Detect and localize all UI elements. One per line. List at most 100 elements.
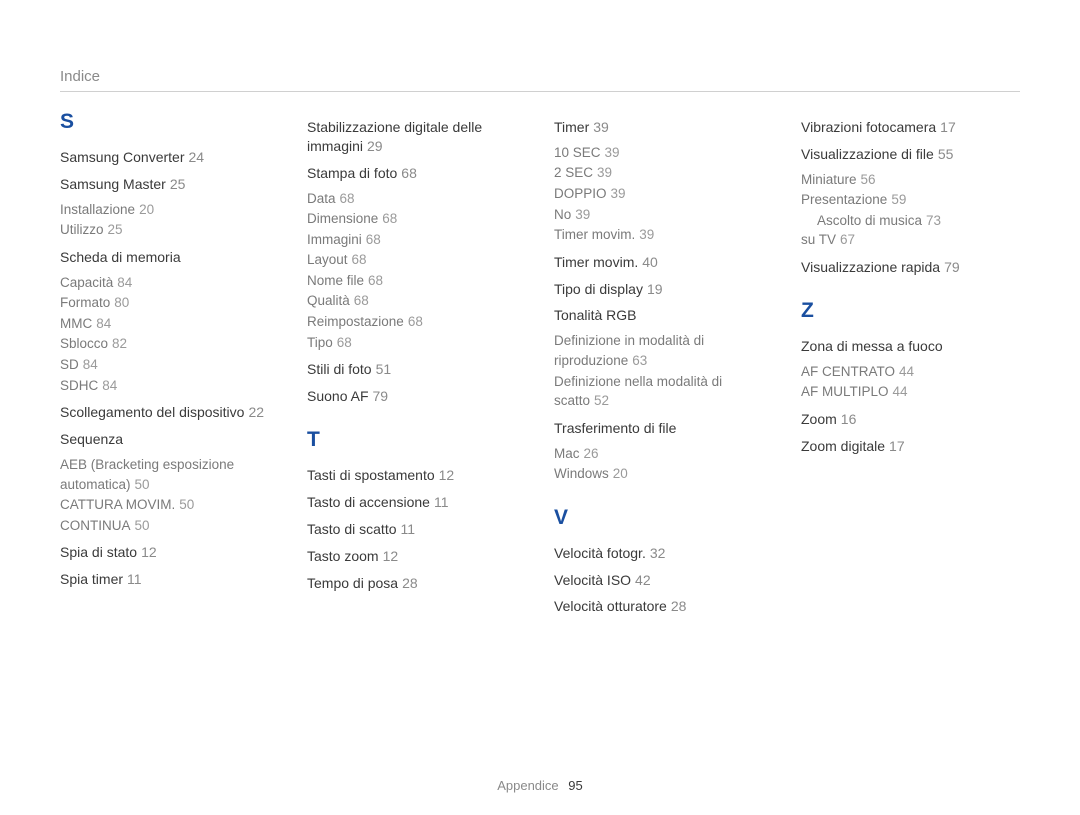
- index-subentry[interactable]: Timer movim.39: [554, 225, 773, 245]
- index-entry[interactable]: Tasto di scatto11: [307, 520, 526, 539]
- index-entry[interactable]: Stampa di foto68: [307, 164, 526, 183]
- index-page: Indice SSamsung Converter24Samsung Maste…: [0, 0, 1080, 622]
- index-subentry[interactable]: Nome file68: [307, 271, 526, 291]
- index-subentry[interactable]: Utilizzo25: [60, 220, 279, 240]
- entry-page: 17: [889, 438, 905, 454]
- entry-page: 28: [402, 575, 418, 591]
- index-entry[interactable]: Tasto di accensione11: [307, 493, 526, 512]
- index-subentry[interactable]: Mac26: [554, 444, 773, 464]
- entry-page: 79: [944, 259, 960, 275]
- subentry-label: Dimensione: [307, 211, 378, 226]
- index-subentry[interactable]: Sblocco82: [60, 334, 279, 354]
- subentry-label: Installazione: [60, 202, 135, 217]
- entry-label: Zoom: [801, 411, 837, 427]
- index-subentry[interactable]: No39: [554, 205, 773, 225]
- index-entry[interactable]: Samsung Master25: [60, 175, 279, 194]
- index-subentry[interactable]: CATTURA MOVIM.50: [60, 495, 279, 515]
- index-entry[interactable]: Velocità ISO42: [554, 571, 773, 590]
- header-rule: [60, 91, 1020, 92]
- index-entry[interactable]: Trasferimento di file: [554, 419, 773, 438]
- index-entry[interactable]: Visualizzazione rapida79: [801, 258, 1020, 277]
- index-subentry[interactable]: Data68: [307, 189, 526, 209]
- entry-page: 32: [650, 545, 666, 561]
- index-subentry[interactable]: Tipo68: [307, 333, 526, 353]
- entry-page: 24: [189, 149, 205, 165]
- index-subentry[interactable]: Presentazione59: [801, 190, 1020, 210]
- index-entry[interactable]: Tasto zoom12: [307, 547, 526, 566]
- subentry-page: 68: [352, 252, 367, 267]
- index-entry[interactable]: Spia timer11: [60, 570, 279, 589]
- index-entry[interactable]: Visualizzazione di file55: [801, 145, 1020, 164]
- index-subentry[interactable]: Reimpostazione68: [307, 312, 526, 332]
- entry-page: 79: [373, 388, 389, 404]
- entry-page: 29: [367, 138, 383, 154]
- index-subentry[interactable]: MMC84: [60, 314, 279, 334]
- index-subentry[interactable]: Capacità84: [60, 273, 279, 293]
- index-subentry[interactable]: Definizione nella modalità di scatto52: [554, 372, 773, 411]
- subentry-page: 39: [605, 145, 620, 160]
- entry-page: 12: [383, 548, 399, 564]
- subentry-page: 84: [102, 378, 117, 393]
- index-subentry[interactable]: AEB (Bracketing esposizione automatica)5…: [60, 455, 279, 494]
- index-entry[interactable]: Spia di stato12: [60, 543, 279, 562]
- entry-label: Velocità fotogr.: [554, 545, 646, 561]
- index-entry[interactable]: Stabilizzazione digitale delle immagini2…: [307, 118, 526, 156]
- index-subentry[interactable]: Installazione20: [60, 200, 279, 220]
- index-subentry[interactable]: Dimensione68: [307, 209, 526, 229]
- column-2: Stabilizzazione digitale delle immagini2…: [307, 110, 526, 622]
- index-entry[interactable]: Velocità otturatore28: [554, 597, 773, 616]
- entry-label: Visualizzazione rapida: [801, 259, 940, 275]
- subentry-page: 50: [135, 477, 150, 492]
- section-letter: Z: [801, 299, 1020, 323]
- index-entry[interactable]: Zoom digitale17: [801, 437, 1020, 456]
- index-entry[interactable]: Zoom16: [801, 410, 1020, 429]
- index-entry[interactable]: Scollegamento del dispositivo22: [60, 403, 279, 422]
- index-subentry[interactable]: su TV67: [801, 230, 1020, 250]
- index-subentry[interactable]: AF CENTRATO44: [801, 362, 1020, 382]
- entry-label: Spia di stato: [60, 544, 137, 560]
- index-subentry[interactable]: Windows20: [554, 464, 773, 484]
- index-entry[interactable]: Tempo di posa28: [307, 574, 526, 593]
- index-subentry[interactable]: AF MULTIPLO44: [801, 382, 1020, 402]
- subentry-label: Tipo: [307, 335, 333, 350]
- index-subentry[interactable]: SD84: [60, 355, 279, 375]
- subentry-label: Definizione in modalità di riproduzione: [554, 333, 704, 368]
- index-subentry[interactable]: Immagini68: [307, 230, 526, 250]
- index-subentry[interactable]: Miniature56: [801, 170, 1020, 190]
- entry-label: Velocità otturatore: [554, 598, 667, 614]
- entry-label: Suono AF: [307, 388, 369, 404]
- subentry-label: MMC: [60, 316, 92, 331]
- subentry-page: 44: [899, 364, 914, 379]
- index-subentry[interactable]: Formato80: [60, 293, 279, 313]
- index-entry[interactable]: Timer movim.40: [554, 253, 773, 272]
- index-entry[interactable]: Zona di messa a fuoco: [801, 337, 1020, 356]
- index-entry[interactable]: Tasti di spostamento12: [307, 466, 526, 485]
- page-header: Indice: [60, 68, 1020, 85]
- index-entry[interactable]: Tipo di display19: [554, 280, 773, 299]
- index-entry[interactable]: Stili di foto51: [307, 360, 526, 379]
- entry-page: 12: [439, 467, 455, 483]
- index-entry[interactable]: Sequenza: [60, 430, 279, 449]
- index-subentry[interactable]: DOPPIO39: [554, 184, 773, 204]
- index-entry[interactable]: Vibrazioni fotocamera17: [801, 118, 1020, 137]
- index-subentry[interactable]: CONTINUA50: [60, 516, 279, 536]
- index-subentry[interactable]: Definizione in modalità di riproduzione6…: [554, 331, 773, 370]
- index-subentry[interactable]: 10 SEC39: [554, 143, 773, 163]
- index-subentry[interactable]: Qualità68: [307, 291, 526, 311]
- index-subentry[interactable]: 2 SEC39: [554, 163, 773, 183]
- index-entry[interactable]: Tonalità RGB: [554, 306, 773, 325]
- index-entry[interactable]: Samsung Converter24: [60, 148, 279, 167]
- index-entry[interactable]: Scheda di memoria: [60, 248, 279, 267]
- index-entry[interactable]: Velocità fotogr.32: [554, 544, 773, 563]
- subentry-page: 44: [893, 384, 908, 399]
- index-entry[interactable]: Suono AF79: [307, 387, 526, 406]
- subentry-label: Reimpostazione: [307, 314, 404, 329]
- index-subentry[interactable]: SDHC84: [60, 376, 279, 396]
- subentry-page: 67: [840, 232, 855, 247]
- index-subentry[interactable]: Layout68: [307, 250, 526, 270]
- footer-label: Appendice: [497, 778, 558, 793]
- subentry-label: Immagini: [307, 232, 362, 247]
- index-subsubentry[interactable]: Ascolto di musica73: [801, 211, 1020, 231]
- index-entry[interactable]: Timer39: [554, 118, 773, 137]
- column-4: Vibrazioni fotocamera17 Visualizzazione d…: [801, 110, 1020, 622]
